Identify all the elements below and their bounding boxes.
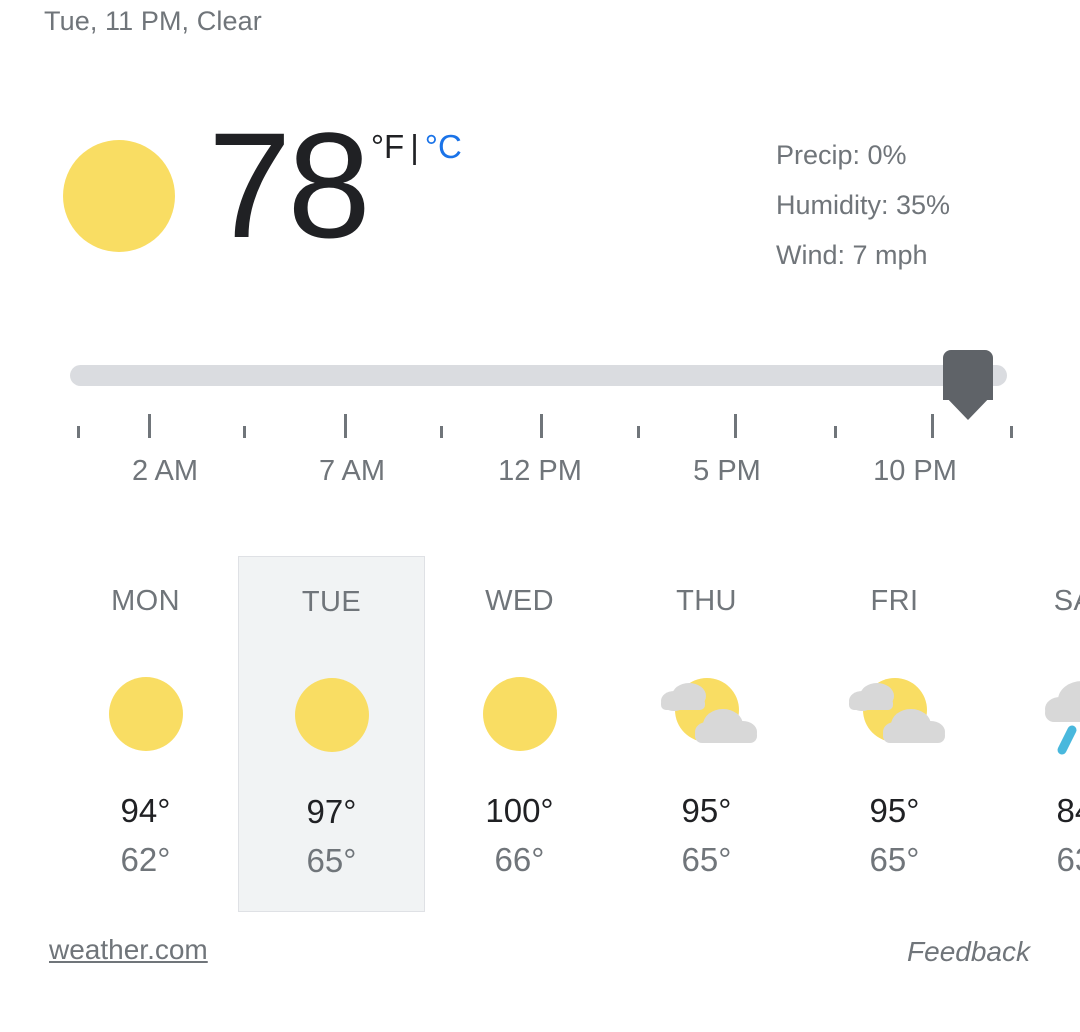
forecast-day-fri[interactable]: FRI 95° 65° bbox=[801, 556, 988, 912]
unit-fahrenheit[interactable]: °F bbox=[371, 128, 404, 165]
partly-cloudy-icon bbox=[801, 666, 988, 762]
slider-track[interactable] bbox=[70, 365, 1007, 386]
slider-tick bbox=[734, 414, 737, 438]
forecast-low-temp: 65° bbox=[681, 841, 732, 878]
forecast-low-temp: 66° bbox=[494, 841, 545, 878]
slider-tick bbox=[1010, 426, 1013, 438]
wind-value: Wind: 7 mph bbox=[776, 240, 928, 270]
forecast-low-temp: 65° bbox=[306, 842, 357, 879]
slider-tick bbox=[931, 414, 934, 438]
slider-tick bbox=[77, 426, 80, 438]
current-temperature-group: 78 °F | °C bbox=[208, 110, 462, 280]
forecast-low-temp: 62° bbox=[120, 841, 171, 878]
forecast-day-label: WED bbox=[485, 585, 554, 617]
unit-separator: | bbox=[410, 128, 419, 165]
sun-icon bbox=[63, 140, 175, 252]
forecast-day-thu[interactable]: THU 95° 65° bbox=[613, 556, 800, 912]
forecast-high-temp: 95° bbox=[869, 792, 920, 829]
daily-forecast-row: MON 94° 62° TUE 97° 65° WED 100° 66° THU 95° 65° FRI… bbox=[0, 556, 1080, 912]
current-temperature-value: 78 bbox=[208, 101, 371, 269]
slider-tick bbox=[344, 414, 347, 438]
precip-value: Precip: 0% bbox=[776, 140, 907, 170]
slider-time-label: 2 AM bbox=[131, 455, 199, 487]
slider-time-labels: 2 AM 7 AM 12 PM 5 PM 10 PM bbox=[0, 455, 1080, 497]
feedback-link[interactable]: Feedback bbox=[907, 936, 1030, 968]
slider-tick bbox=[834, 426, 837, 438]
forecast-day-label: THU bbox=[676, 585, 737, 617]
forecast-low-temp: 65° bbox=[869, 841, 920, 878]
slider-time-label: 10 PM bbox=[873, 455, 957, 487]
slider-tick bbox=[440, 426, 443, 438]
forecast-high-temp: 100° bbox=[485, 792, 554, 829]
unit-celsius[interactable]: °C bbox=[425, 128, 462, 165]
slider-tick bbox=[540, 414, 543, 438]
forecast-high-temp: 97° bbox=[306, 793, 357, 830]
sun-icon bbox=[52, 666, 239, 762]
rain-icon bbox=[988, 666, 1080, 762]
forecast-day-label: FRI bbox=[870, 585, 919, 617]
forecast-day-label: SAT bbox=[1053, 585, 1080, 617]
current-details-list: Precip: 0% Humidity: 35% Wind: 7 mph bbox=[776, 130, 950, 280]
slider-time-label: 12 PM bbox=[498, 455, 582, 487]
forecast-day-label: TUE bbox=[301, 586, 362, 618]
slider-time-label: 5 PM bbox=[693, 455, 761, 487]
forecast-high-temp: 95° bbox=[681, 792, 732, 829]
forecast-high-temp: 84° bbox=[1056, 792, 1080, 829]
current-conditions-block: 78 °F | °C Precip: 0% Humidity: 35% Wind: … bbox=[0, 110, 1080, 290]
forecast-day-tue[interactable]: TUE 97° 65° bbox=[238, 556, 425, 912]
hourly-time-slider[interactable] bbox=[0, 340, 1080, 450]
slider-tick bbox=[637, 426, 640, 438]
forecast-day-label: MON bbox=[111, 585, 180, 617]
forecast-day-mon[interactable]: MON 94° 62° bbox=[52, 556, 239, 912]
sun-icon bbox=[426, 666, 613, 762]
slider-tick-row bbox=[0, 412, 1080, 438]
forecast-high-temp: 94° bbox=[120, 792, 171, 829]
partly-cloudy-icon bbox=[613, 666, 800, 762]
weather-source-link[interactable]: weather.com bbox=[49, 934, 208, 966]
forecast-low-temp: 63° bbox=[1056, 841, 1080, 878]
slider-tick bbox=[243, 426, 246, 438]
sun-icon bbox=[239, 667, 424, 763]
humidity-value: Humidity: 35% bbox=[776, 190, 951, 220]
slider-tick bbox=[148, 414, 151, 438]
current-condition-summary: Tue, 11 PM, Clear bbox=[44, 6, 262, 36]
slider-time-label: 7 AM bbox=[318, 455, 386, 487]
unit-toggle[interactable]: °F | °C bbox=[371, 130, 462, 163]
forecast-day-wed[interactable]: WED 100° 66° bbox=[426, 556, 613, 912]
forecast-day-sat[interactable]: SAT 84° 63° bbox=[988, 556, 1080, 912]
